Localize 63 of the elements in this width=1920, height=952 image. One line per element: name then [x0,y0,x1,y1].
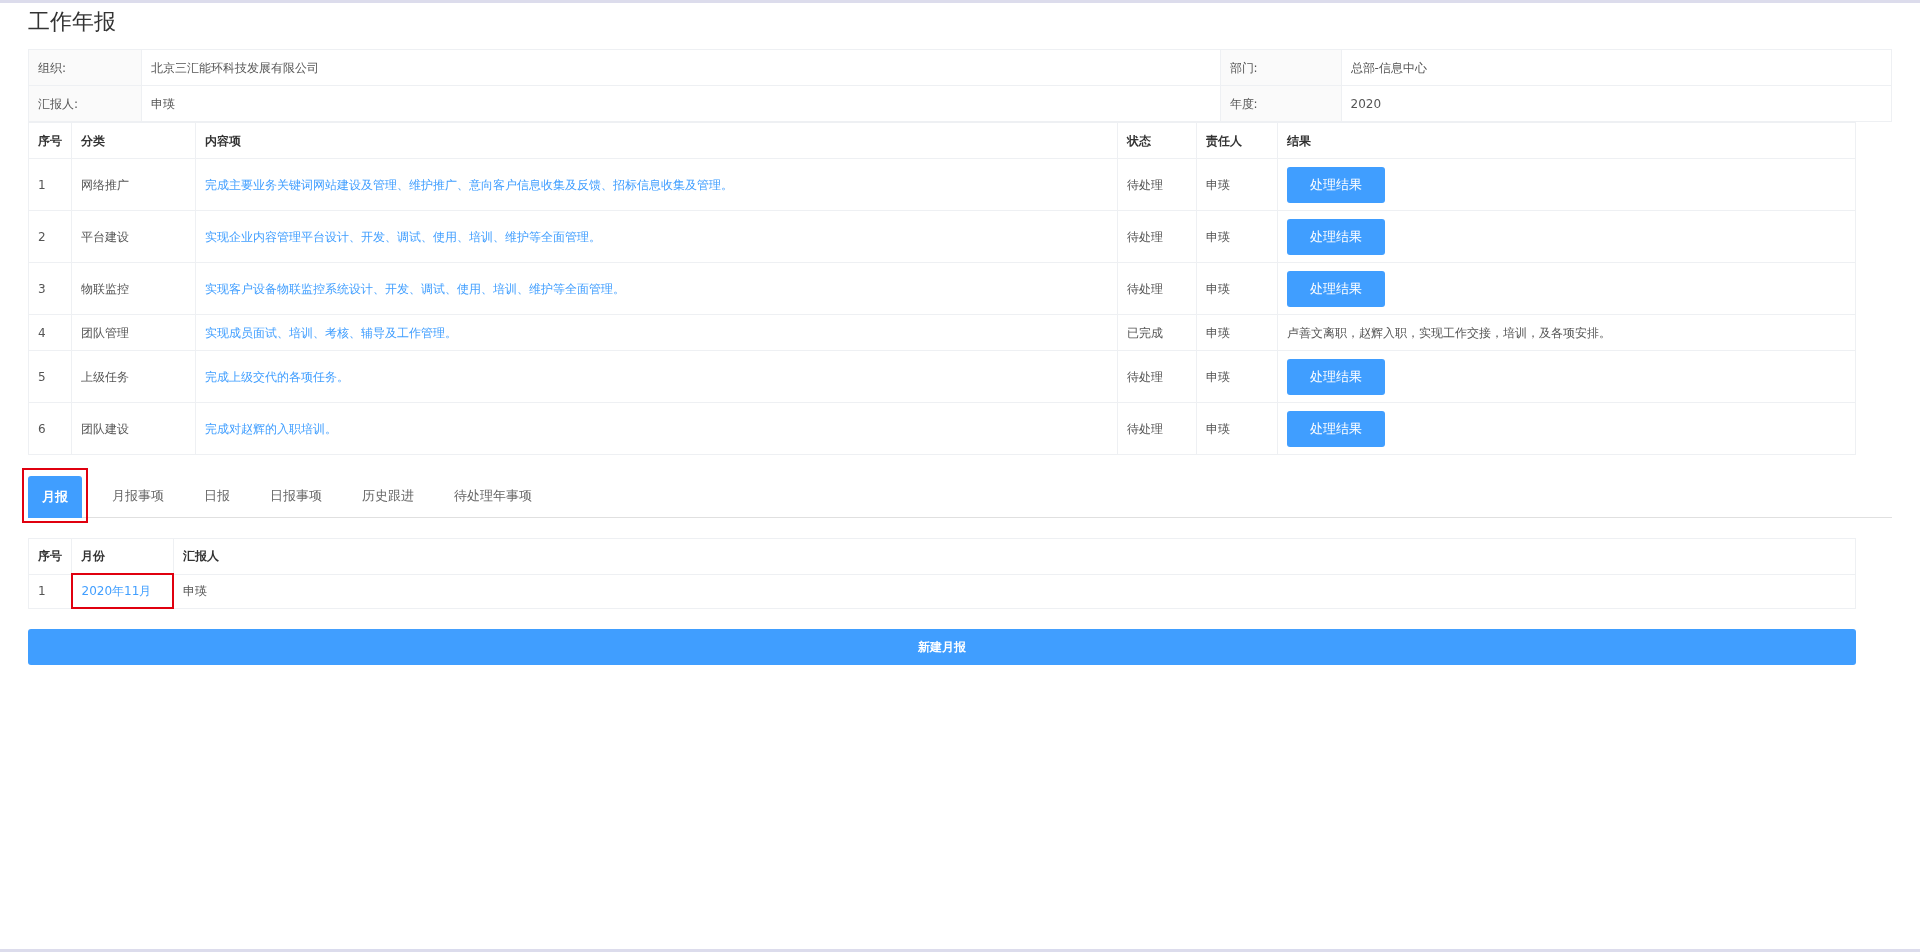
content-link[interactable]: 实现客户设备物联监控系统设计、开发、调试、使用、培训、维护等全面管理。 [204,281,625,296]
status-cell: 待处理 [1117,158,1197,211]
column-header: 汇报人 [173,538,1856,575]
table-cell: 物联监控 [71,262,196,315]
table-cell: 2 [28,210,72,263]
content-link[interactable]: 完成主要业务关键词网站建设及管理、维护推广、意向客户信息收集及反馈、招标信息收集及管理。 [204,177,733,192]
field-value: 申瑛 [141,85,1221,122]
tab[interactable]: 待处理年事项 [440,475,546,517]
table-cell: 网络推广 [71,158,196,211]
column-header: 内容项 [195,122,1118,159]
table-cell: 1 [28,574,72,609]
field-value: 2020 [1341,85,1892,122]
content-link[interactable]: 完成对赵辉的入职培训。 [204,421,337,436]
content-link[interactable]: 完成上级交代的各项任务。 [204,369,349,384]
content-link[interactable]: 实现成员面试、培训、考核、辅导及工作管理。 [204,325,457,340]
field-label: 部门: [1220,49,1342,86]
status-cell: 待处理 [1117,210,1197,263]
column-header: 序号 [28,538,72,575]
column-header: 月份 [71,538,174,575]
field-label: 汇报人: [28,85,142,122]
table-cell: 4 [28,314,72,351]
field-label: 年度: [1220,85,1342,122]
table-cell: 6 [28,402,72,455]
field-value: 北京三汇能环科技发展有限公司 [141,49,1221,86]
column-header: 状态 [1117,122,1197,159]
field-value: 总部-信息中心 [1341,49,1892,86]
table-cell: 3 [28,262,72,315]
process-result-button[interactable]: 处理结果 [1287,411,1386,447]
tab[interactable]: 历史跟进 [348,475,428,517]
tab[interactable]: 日报 [190,475,244,517]
result-cell: 卢善文离职，赵辉入职，实现工作交接，培训，及各项安排。 [1277,314,1856,351]
process-result-button[interactable]: 处理结果 [1287,167,1386,203]
column-header: 序号 [28,122,72,159]
status-cell: 待处理 [1117,262,1197,315]
page-title: 工作年报 [28,9,117,36]
process-result-button[interactable]: 处理结果 [1287,271,1386,307]
status-cell: 待处理 [1117,402,1197,455]
table-cell: 申瑛 [1196,314,1278,351]
tab[interactable]: 月报事项 [98,475,178,517]
table-cell: 申瑛 [1196,210,1278,263]
table-cell: 申瑛 [1196,158,1278,211]
process-result-button[interactable]: 处理结果 [1287,219,1386,255]
table-cell: 平台建设 [71,210,196,263]
table-cell: 团队管理 [71,314,196,351]
status-cell: 待处理 [1117,350,1197,403]
table-cell: 上级任务 [71,350,196,403]
process-result-button[interactable]: 处理结果 [1287,359,1386,395]
column-header: 责任人 [1196,122,1278,159]
table-cell: 申瑛 [173,574,1856,609]
field-label: 组织: [28,49,142,86]
tab[interactable]: 日报事项 [256,475,336,517]
column-header: 结果 [1277,122,1856,159]
table-cell: 申瑛 [1196,402,1278,455]
status-cell: 已完成 [1117,314,1197,351]
table-cell: 申瑛 [1196,350,1278,403]
table-cell: 1 [28,158,72,211]
table-cell: 申瑛 [1196,262,1278,315]
table-cell: 5 [28,350,72,403]
content-link[interactable]: 实现企业内容管理平台设计、开发、调试、使用、培训、维护等全面管理。 [204,229,601,244]
table-cell: 团队建设 [71,402,196,455]
new-monthly-report-button[interactable]: 新建月报 [28,629,1856,666]
column-header: 分类 [71,122,196,159]
tab[interactable]: 月报 [28,476,82,518]
